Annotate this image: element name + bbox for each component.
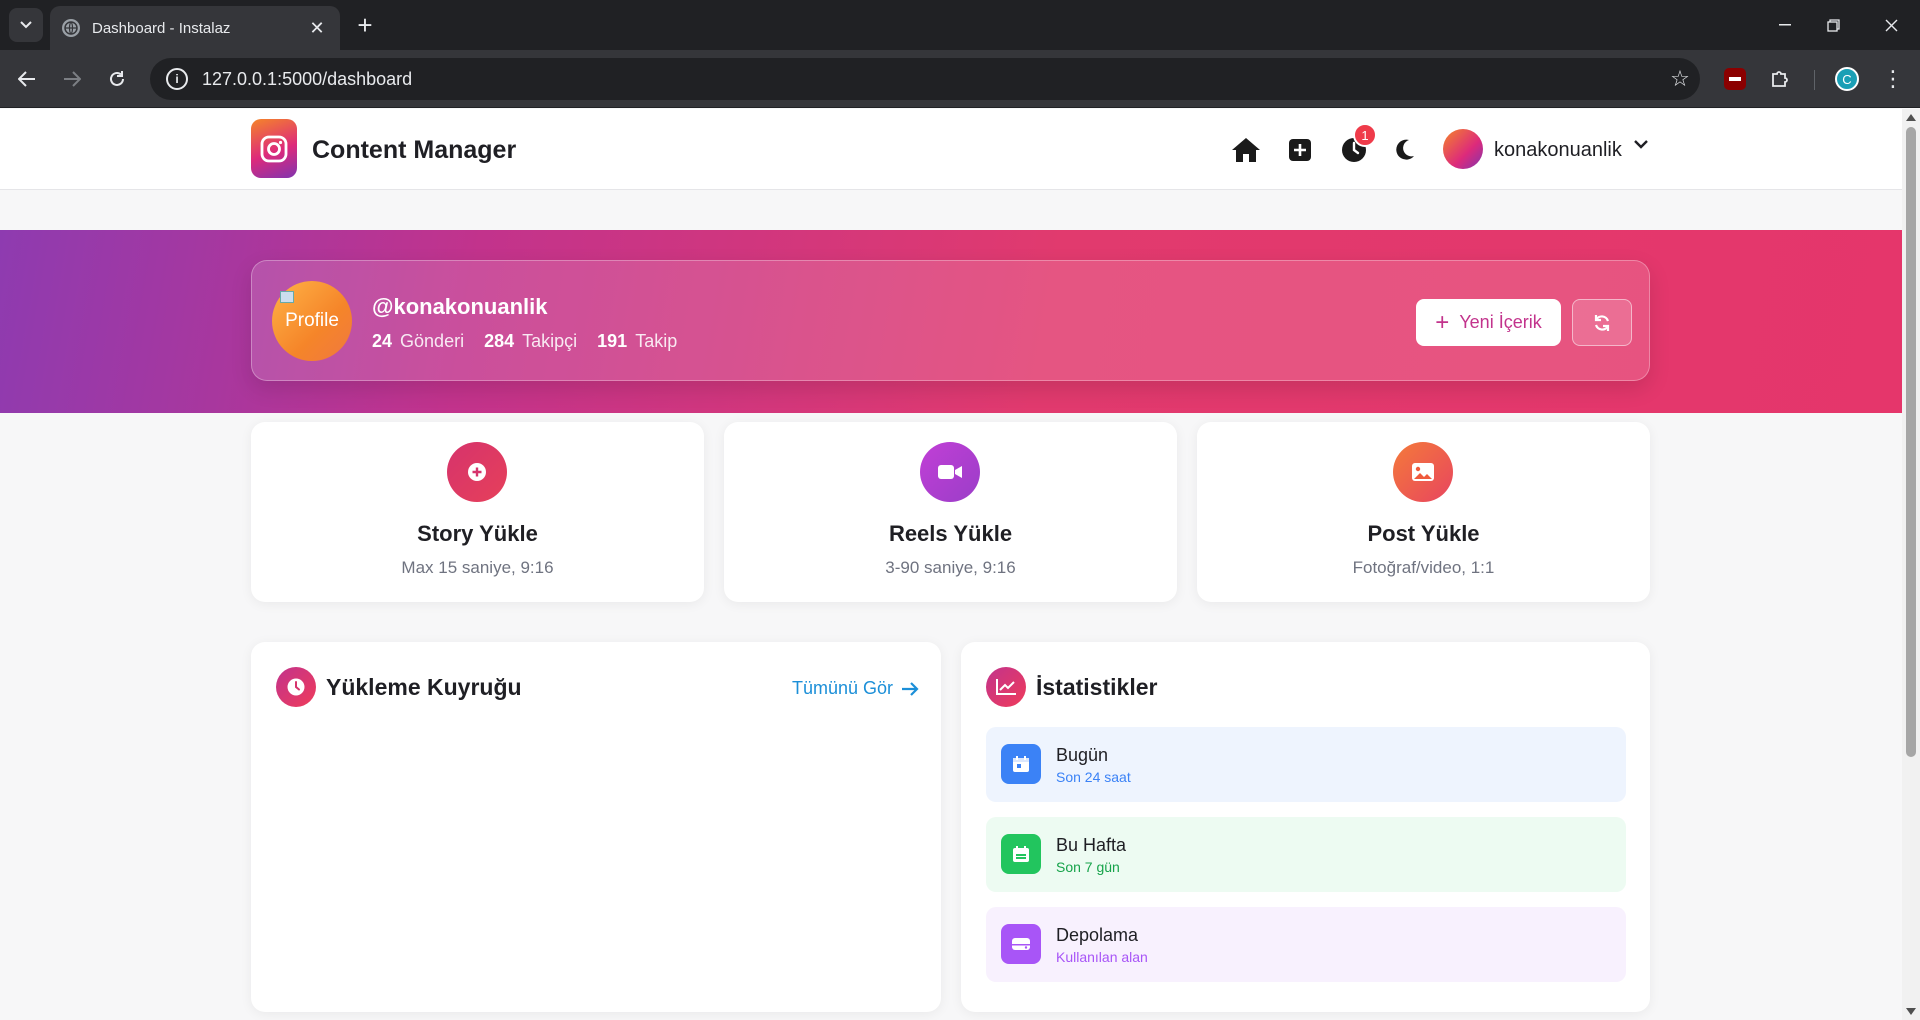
statistics-panel: İstatistikler Bugün Son 24 saat Bu Hafta…	[961, 642, 1650, 1012]
extensions-button[interactable]	[1764, 62, 1798, 96]
profile-card: Profile @konakonuanlik 24 Gönderi 284 Taki…	[251, 260, 1650, 381]
stat-storage-sub: Kullanılan alan	[1056, 949, 1148, 965]
minimize-icon	[1779, 24, 1791, 26]
app-navbar: Content Manager 1 konakonuanlik	[0, 109, 1902, 190]
see-all-label: Tümünü Gör	[791, 678, 893, 698]
url-text[interactable]: 127.0.0.1:5000/dashboard	[202, 69, 1660, 90]
new-content-label: Yeni İçerik	[1459, 312, 1542, 332]
story-upload-title: Story Yükle	[417, 521, 538, 546]
browser-tab-strip: Dashboard - Instalaz ✕ +	[0, 0, 1920, 50]
plus-icon: +	[1435, 308, 1450, 336]
browser-tab-active[interactable]: Dashboard - Instalaz ✕	[50, 6, 340, 50]
plus-square-icon	[1289, 139, 1311, 161]
page-scrollbar[interactable]	[1902, 109, 1920, 1020]
tab-title: Dashboard - Instalaz	[92, 19, 231, 37]
stat-today-sub: Son 24 saat	[1056, 769, 1131, 785]
reels-upload-subtitle: 3-90 saniye, 9:16	[885, 558, 1016, 577]
home-icon	[1232, 138, 1260, 162]
profile-handle: @konakonuanlik	[372, 294, 548, 319]
chevron-down-icon[interactable]	[1633, 137, 1649, 155]
site-info-icon[interactable]: i	[166, 68, 188, 90]
post-upload-card[interactable]: Post Yükle Fotoğraf/video, 1:1	[1197, 422, 1650, 602]
new-tab-button[interactable]: +	[350, 10, 380, 40]
back-button[interactable]	[10, 62, 44, 96]
calendar-week-icon	[1001, 834, 1041, 874]
image-icon	[1393, 442, 1453, 502]
forward-button[interactable]	[55, 62, 89, 96]
stat-storage-label: Depolama	[1056, 925, 1139, 945]
post-upload-title: Post Yükle	[1367, 521, 1480, 546]
statistics-title: İstatistikler	[1036, 674, 1158, 700]
restore-icon	[1826, 18, 1840, 32]
add-content-nav-button[interactable]	[1283, 133, 1317, 167]
post-upload-subtitle: Fotoğraf/video, 1:1	[1352, 558, 1495, 577]
profile-stats: 24 Gönderi 284 Takipçi 191 Takip	[372, 331, 677, 352]
reload-icon	[110, 71, 124, 86]
page-viewport: Content Manager 1 konakonuanlik Profile …	[0, 109, 1902, 1020]
upload-queue-title: Yükleme Kuyruğu	[326, 674, 522, 700]
brand-name[interactable]: Content Manager	[312, 136, 516, 165]
sync-icon	[1594, 314, 1610, 331]
refresh-button[interactable]	[1572, 299, 1632, 346]
clock-icon	[276, 667, 316, 707]
toolbar-divider	[1814, 70, 1815, 90]
browser-profile-button[interactable]: C	[1830, 62, 1864, 96]
close-tab-icon[interactable]: ✕	[306, 17, 328, 39]
bookmark-star-icon[interactable]: ☆	[1660, 66, 1700, 92]
arrow-right-icon	[902, 681, 919, 696]
browser-profile-avatar: C	[1835, 67, 1859, 91]
restore-window-button[interactable]	[1810, 8, 1856, 42]
moon-icon	[1396, 139, 1414, 160]
stat-storage: Depolama Kullanılan alan	[986, 907, 1626, 982]
chevron-down-icon	[20, 21, 32, 29]
story-upload-subtitle: Max 15 saniye, 9:16	[401, 558, 554, 577]
reels-upload-card[interactable]: Reels Yükle 3-90 saniye, 9:16	[724, 422, 1177, 602]
see-all-link[interactable]: Tümünü Gör	[792, 678, 919, 699]
broken-image-icon	[280, 291, 294, 303]
upload-queue-panel: Yükleme Kuyruğu Tümünü Gör	[251, 642, 941, 1012]
user-menu-name[interactable]: konakonuanlik	[1494, 139, 1622, 162]
tab-search-button[interactable]	[9, 8, 43, 42]
instagram-logo-icon[interactable]	[251, 119, 297, 178]
scrollbar-thumb[interactable]	[1906, 127, 1916, 757]
scroll-up-arrow-icon[interactable]	[1906, 114, 1916, 121]
hard-drive-icon	[1001, 924, 1041, 964]
stat-posts: 24 Gönderi	[372, 331, 465, 351]
browser-toolbar: i 127.0.0.1:5000/dashboard ☆	[0, 50, 1920, 108]
chart-line-icon	[986, 667, 1026, 707]
stat-week-sub: Son 7 gün	[1056, 859, 1120, 875]
dark-mode-toggle[interactable]	[1388, 133, 1422, 167]
reload-button[interactable]	[100, 62, 134, 96]
new-content-button[interactable]: + Yeni İçerik	[1416, 299, 1561, 346]
stat-followers: 284 Takipçi	[484, 331, 578, 351]
story-upload-card[interactable]: Story Yükle Max 15 saniye, 9:16	[251, 422, 704, 602]
stat-week: Bu Hafta Son 7 gün	[986, 817, 1626, 892]
browser-menu-button[interactable]: ⋮	[1876, 62, 1910, 96]
profile-avatar-alt: Profile	[285, 310, 339, 331]
reels-upload-title: Reels Yükle	[888, 521, 1013, 546]
arrow-left-icon	[18, 71, 35, 87]
address-bar[interactable]: i 127.0.0.1:5000/dashboard ☆	[150, 58, 1700, 100]
user-avatar[interactable]	[1443, 129, 1483, 169]
kebab-menu-icon: ⋮	[1882, 66, 1904, 91]
stat-following: 191 Takip	[597, 331, 678, 351]
stat-today: Bugün Son 24 saat	[986, 727, 1626, 802]
home-nav-button[interactable]	[1229, 133, 1263, 167]
calendar-day-icon	[1001, 744, 1041, 784]
minimize-window-button[interactable]	[1762, 8, 1808, 42]
arrow-right-icon	[64, 71, 81, 87]
ublock-extension-button[interactable]	[1718, 62, 1752, 96]
close-window-button[interactable]	[1868, 8, 1914, 42]
video-icon	[920, 442, 980, 502]
scroll-down-arrow-icon[interactable]	[1906, 1008, 1916, 1015]
plus-circle-icon	[447, 442, 507, 502]
profile-avatar: Profile	[272, 281, 352, 361]
notification-badge: 1	[1353, 123, 1377, 147]
globe-icon	[62, 19, 80, 37]
stat-week-label: Bu Hafta	[1056, 835, 1127, 855]
stat-today-label: Bugün	[1056, 745, 1109, 765]
shield-icon	[1724, 68, 1746, 90]
puzzle-icon	[1772, 71, 1788, 87]
close-icon	[1885, 19, 1897, 31]
